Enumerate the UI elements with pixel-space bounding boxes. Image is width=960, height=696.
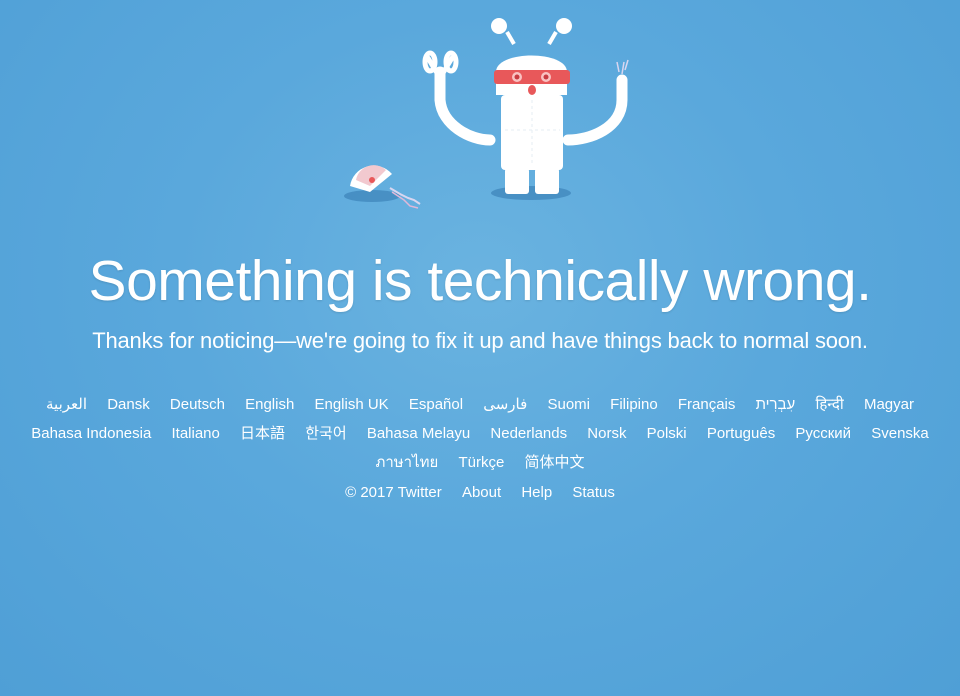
language-link-hungarian[interactable]: Magyar xyxy=(864,390,914,419)
fallen-head-icon xyxy=(350,165,421,209)
language-link-thai[interactable]: ภาษาไทย xyxy=(375,448,438,477)
language-link-french[interactable]: Français xyxy=(678,390,736,419)
language-link-german[interactable]: Deutsch xyxy=(170,390,225,419)
antenna-icon xyxy=(491,18,572,46)
language-link-turkish[interactable]: Türkçe xyxy=(458,448,504,477)
robot-body-icon xyxy=(501,95,563,194)
language-link-english[interactable]: English xyxy=(245,390,294,419)
visor xyxy=(494,70,570,84)
status-link[interactable]: Status xyxy=(572,484,615,501)
error-headline: Something is technically wrong. xyxy=(88,249,872,313)
language-link-persian[interactable]: فارسی xyxy=(483,390,527,419)
language-link-malay[interactable]: Bahasa Melayu xyxy=(367,419,470,448)
language-link-norwegian[interactable]: Norsk xyxy=(587,419,626,448)
language-link-arabic[interactable]: العربية xyxy=(46,390,87,419)
scissors-icon xyxy=(422,50,496,146)
error-subline: Thanks for noticing—we're going to fix i… xyxy=(92,328,868,353)
language-link-hebrew[interactable]: עִבְרִית xyxy=(756,390,796,419)
about-link[interactable]: About xyxy=(462,484,501,501)
language-link-polish[interactable]: Polski xyxy=(647,419,687,448)
language-link-spanish[interactable]: Español xyxy=(409,390,463,419)
footer: © 2017 Twitter About Help Status xyxy=(0,484,960,501)
language-link-hindi[interactable]: हिन्दी xyxy=(815,390,843,419)
torn-arm-icon xyxy=(562,59,629,146)
language-link-russian[interactable]: Русский xyxy=(795,419,851,448)
head-shadow xyxy=(344,190,400,202)
copyright-text: © 2017 Twitter xyxy=(345,484,442,501)
language-link-japanese[interactable]: 日本語 xyxy=(240,419,285,448)
robot-head-icon xyxy=(494,55,570,95)
help-link[interactable]: Help xyxy=(521,484,552,501)
language-link-portuguese[interactable]: Português xyxy=(707,419,775,448)
language-link-korean[interactable]: 한국어 xyxy=(305,419,346,448)
broken-robot-illustration xyxy=(344,18,629,209)
language-link-english-uk[interactable]: English UK xyxy=(314,390,388,419)
language-link-simplified-chinese[interactable]: 简体中文 xyxy=(525,448,585,477)
language-link-dutch[interactable]: Nederlands xyxy=(490,419,567,448)
language-link-danish[interactable]: Dansk xyxy=(107,390,150,419)
language-link-finnish[interactable]: Suomi xyxy=(547,390,590,419)
language-link-swedish[interactable]: Svenska xyxy=(871,419,929,448)
language-link-filipino[interactable]: Filipino xyxy=(610,390,658,419)
language-link-italian[interactable]: Italiano xyxy=(172,419,220,448)
language-link-indonesian[interactable]: Bahasa Indonesia xyxy=(31,419,151,448)
language-list: العربية Dansk Deutsch English English UK… xyxy=(10,390,950,477)
